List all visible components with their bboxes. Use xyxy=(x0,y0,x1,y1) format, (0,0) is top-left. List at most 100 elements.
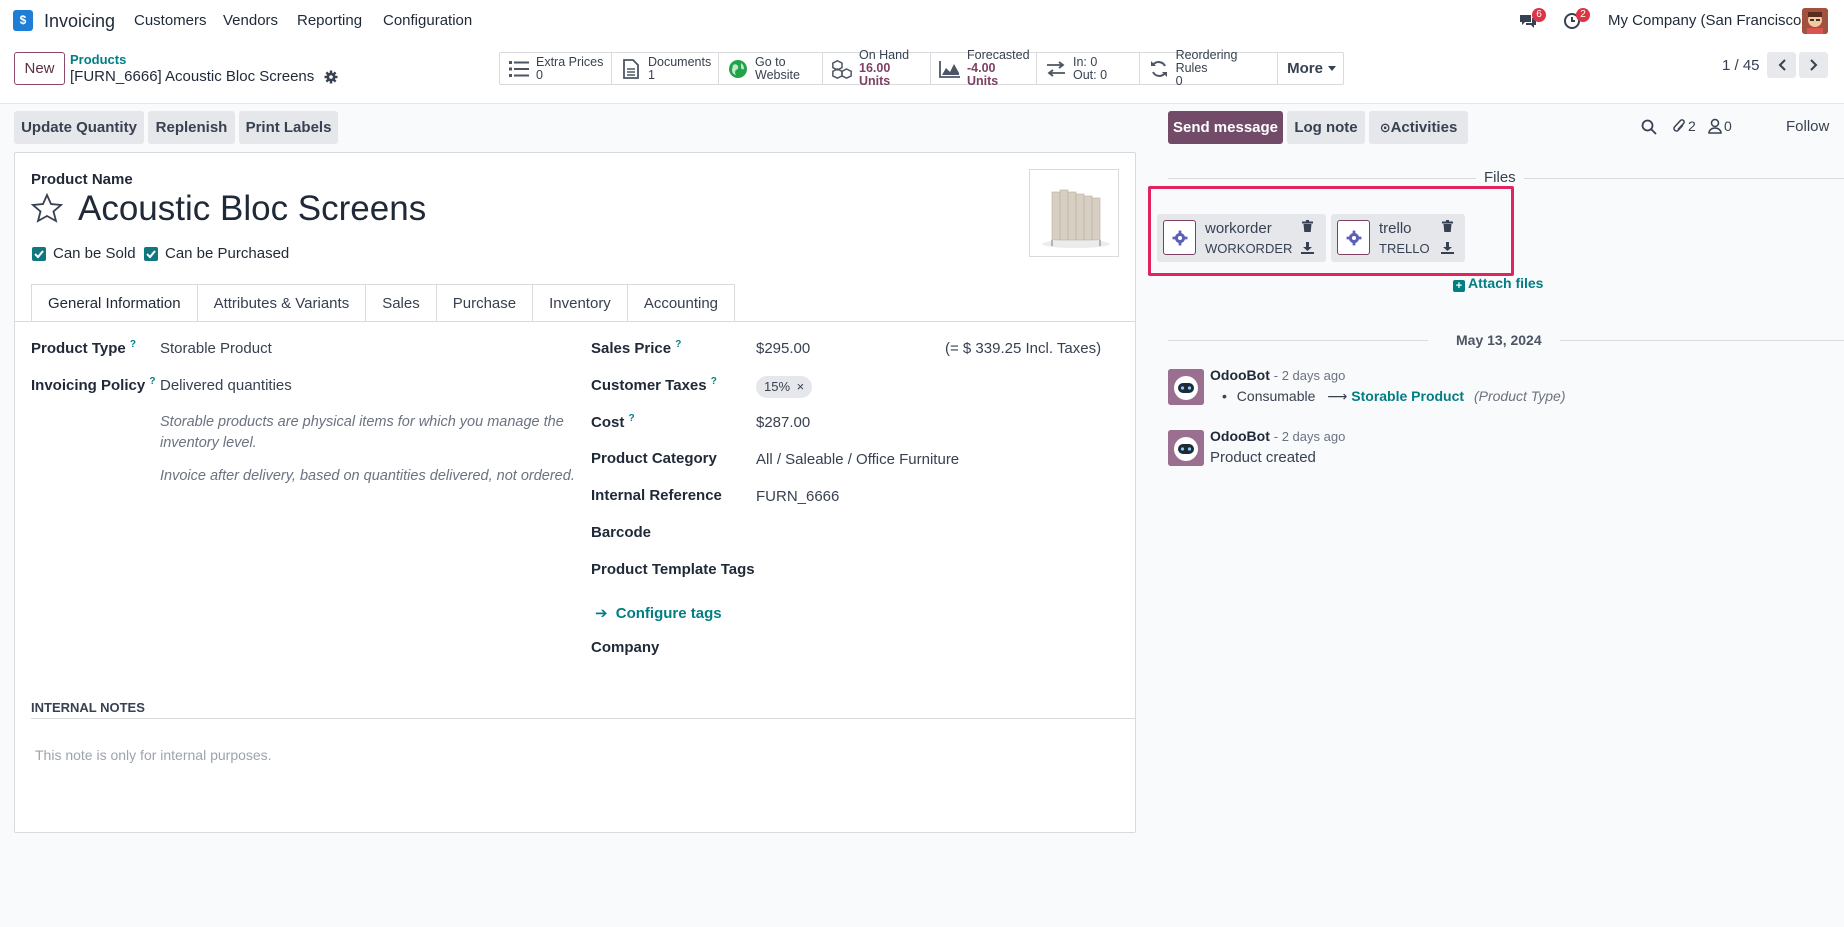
attachment-trello[interactable]: trello TRELLO xyxy=(1331,214,1465,262)
new-button[interactable]: New xyxy=(14,52,65,85)
log-note-button[interactable]: Log note xyxy=(1287,111,1365,144)
odoobot-avatar[interactable] xyxy=(1168,369,1204,405)
update-quantity-button[interactable]: Update Quantity xyxy=(14,111,144,144)
arrow-right-icon: ➔ xyxy=(595,605,608,622)
pager-previous-button[interactable] xyxy=(1767,52,1796,78)
product-name[interactable]: Acoustic Bloc Screens xyxy=(78,189,426,229)
trash-icon[interactable] xyxy=(1442,220,1453,232)
help-icon[interactable]: ? xyxy=(711,376,717,387)
activities-button[interactable]: ⊙Activities xyxy=(1369,111,1468,144)
menu-vendors[interactable]: Vendors xyxy=(223,12,278,29)
pager-value[interactable]: 1 / 45 xyxy=(1722,57,1760,74)
gear-icon[interactable] xyxy=(324,70,338,84)
template-tags-input[interactable] xyxy=(756,558,1116,582)
company-input[interactable] xyxy=(756,636,1116,660)
smart-forecasted[interactable]: Forecasted -4.00 Units xyxy=(931,49,1037,88)
app-name[interactable]: Invoicing xyxy=(44,11,115,32)
smart-in-out[interactable]: In: 0 Out: 0 xyxy=(1037,53,1140,84)
smart-on-hand[interactable]: On Hand 16.00 Units xyxy=(823,49,931,88)
list-icon xyxy=(508,58,530,80)
tab-accounting[interactable]: Accounting xyxy=(627,284,736,322)
odoobot-avatar[interactable] xyxy=(1168,430,1204,466)
top-navbar: $ Invoicing Customers Vendors Reporting … xyxy=(0,0,1844,42)
trash-icon[interactable] xyxy=(1302,220,1313,232)
internal-notes-input[interactable]: This note is only for internal purposes. xyxy=(35,747,272,763)
remove-tag-icon[interactable]: × xyxy=(797,379,805,394)
menu-configuration[interactable]: Configuration xyxy=(383,12,472,29)
help-icon[interactable]: ? xyxy=(149,376,155,387)
download-icon[interactable] xyxy=(1301,242,1314,254)
caret-down-icon xyxy=(1327,66,1336,71)
date-divider-left xyxy=(1168,340,1428,341)
print-labels-button[interactable]: Print Labels xyxy=(239,111,338,144)
help-icon[interactable]: ? xyxy=(629,413,635,424)
barcode-label: Barcode xyxy=(591,524,652,541)
smart-reordering-rules[interactable]: Reordering Rules 0 xyxy=(1140,49,1278,88)
attach-files-label: Attach files xyxy=(1468,275,1544,291)
invoicing-policy-label: Invoicing Policy ? xyxy=(31,376,155,394)
clock-icon: ⊙ xyxy=(1379,120,1391,135)
smart-out: Out: 0 xyxy=(1073,67,1108,82)
menu-reporting[interactable]: Reporting xyxy=(297,12,362,29)
internal-notes-label: INTERNAL NOTES xyxy=(31,700,145,715)
incl-taxes-text: (= $ 339.25 Incl. Taxes) xyxy=(945,340,1102,357)
product-image[interactable] xyxy=(1029,169,1119,257)
attachment-workorder[interactable]: workorder WORKORDER xyxy=(1157,214,1326,262)
smart-extra-prices[interactable]: Extra Prices 0 xyxy=(500,53,612,84)
tab-inventory[interactable]: Inventory xyxy=(533,284,628,322)
cost-value[interactable]: $287.00 xyxy=(756,414,810,431)
can-be-purchased-checkbox[interactable] xyxy=(144,247,158,261)
message-author[interactable]: OdooBot xyxy=(1210,428,1270,444)
messages-badge: 6 xyxy=(1532,8,1546,22)
product-type-value[interactable]: Storable Product xyxy=(160,340,272,357)
smart-documents[interactable]: Documents 1 xyxy=(612,53,719,84)
message-header: OdooBot - 2 days ago xyxy=(1210,367,1345,383)
can-be-sold-label[interactable]: Can be Sold xyxy=(53,245,136,262)
paperclip-icon[interactable] xyxy=(1672,118,1686,135)
follow-button[interactable]: Follow xyxy=(1786,118,1829,135)
favorite-star-icon[interactable] xyxy=(31,193,63,223)
chevron-left-icon xyxy=(1778,59,1786,71)
configure-tags-label: Configure tags xyxy=(615,605,722,622)
cost-label-text: Cost xyxy=(591,414,625,431)
attachment-ext: TRELLO xyxy=(1379,241,1430,256)
download-icon[interactable] xyxy=(1441,242,1454,254)
pager-next-button[interactable] xyxy=(1799,52,1828,78)
smart-go-to-website[interactable]: Go to Website xyxy=(719,53,823,84)
followers-icon[interactable] xyxy=(1708,118,1722,134)
configure-tags-link[interactable]: ➔ Configure tags xyxy=(595,604,722,622)
app-logo-icon[interactable]: $ xyxy=(13,10,33,31)
smart-in: In: 0 xyxy=(1073,54,1098,69)
message-author[interactable]: OdooBot xyxy=(1210,367,1270,383)
internal-reference-value[interactable]: FURN_6666 xyxy=(756,488,839,505)
tab-general-information[interactable]: General Information xyxy=(31,284,198,322)
file-icon xyxy=(620,58,642,80)
can-be-sold-checkbox[interactable] xyxy=(32,247,46,261)
smart-on-hand-value: 16.00 Units xyxy=(859,61,891,88)
invoicing-policy-value[interactable]: Delivered quantities xyxy=(160,377,292,394)
product-category-value[interactable]: All / Saleable / Office Furniture xyxy=(756,451,959,468)
tab-attributes-variants[interactable]: Attributes & Variants xyxy=(197,284,367,322)
tax-tag[interactable]: 15% × xyxy=(756,376,813,398)
search-icon[interactable] xyxy=(1641,119,1657,135)
sales-price-value[interactable]: $295.00 xyxy=(756,340,810,357)
help-storable-text: Storable products are physical items for… xyxy=(160,414,564,451)
form-tabs: General Information Attributes & Variant… xyxy=(31,284,736,322)
attach-files-link[interactable]: + Attach files xyxy=(1453,275,1543,292)
help-icon[interactable]: ? xyxy=(675,339,681,350)
tab-purchase[interactable]: Purchase xyxy=(436,284,534,322)
send-message-button[interactable]: Send message xyxy=(1168,111,1283,144)
can-be-purchased-label[interactable]: Can be Purchased xyxy=(165,245,289,262)
menu-customers[interactable]: Customers xyxy=(134,12,207,29)
user-avatar[interactable] xyxy=(1802,8,1828,34)
company-switcher[interactable]: My Company (San Francisco) xyxy=(1608,12,1806,29)
tab-sales[interactable]: Sales xyxy=(366,284,437,322)
attachments-count[interactable]: 2 xyxy=(1688,118,1696,134)
more-dropdown[interactable]: More xyxy=(1278,53,1343,84)
help-icon[interactable]: ? xyxy=(130,339,136,350)
activities-badge: 2 xyxy=(1576,8,1590,22)
replenish-button[interactable]: Replenish xyxy=(148,111,235,144)
internal-reference-label: Internal Reference xyxy=(591,487,722,504)
barcode-input[interactable] xyxy=(756,521,1116,545)
breadcrumb-products[interactable]: Products xyxy=(70,52,126,67)
